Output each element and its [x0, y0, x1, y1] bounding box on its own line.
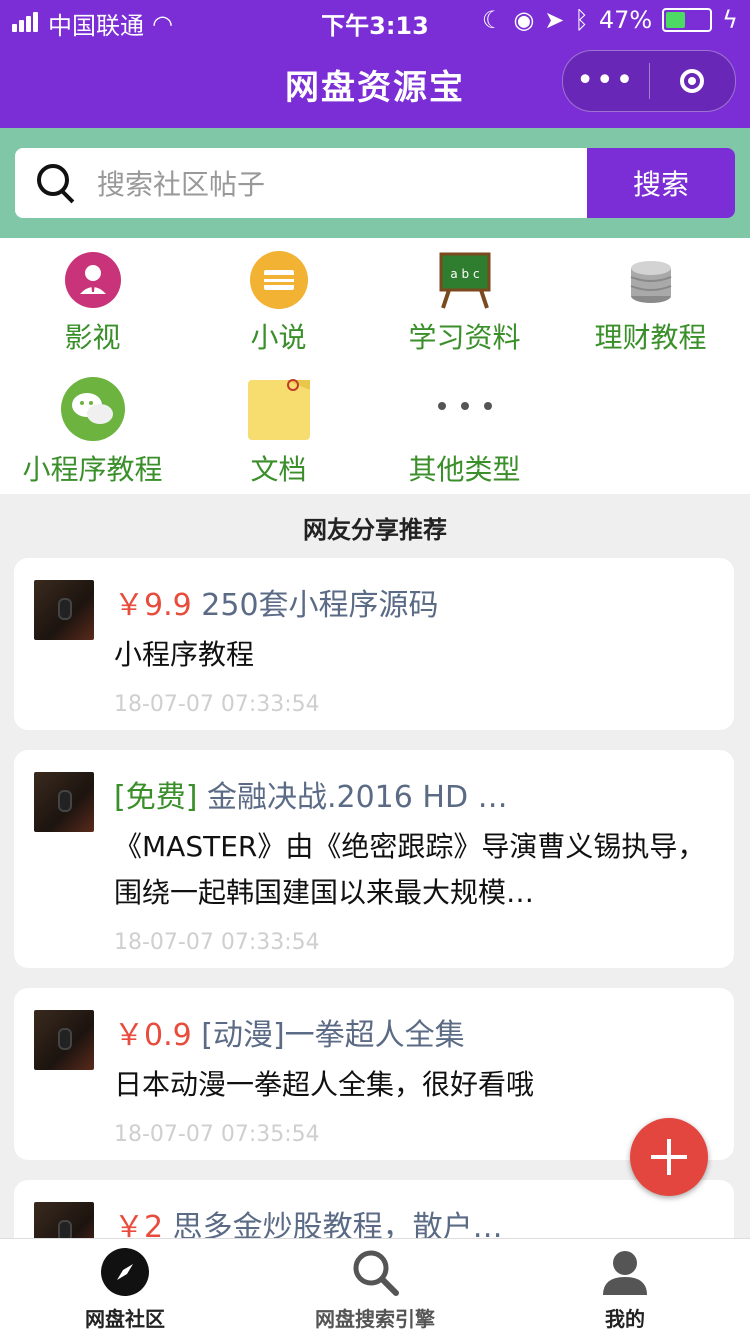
card-icon: [249, 250, 309, 310]
tab-bar: 网盘社区 网盘搜索引擎 我的: [0, 1238, 750, 1335]
post-card[interactable]: ￥0.9 [动漫]一拳超人全集 日本动漫一拳超人全集，很好看哦 18-07-07…: [14, 988, 734, 1160]
category-label: 文档: [250, 453, 307, 486]
search-box: [15, 148, 587, 218]
post-title: [动漫]一拳超人全集: [201, 1018, 465, 1053]
status-bar: 中国联通 ◠ 下午3:13 ☾ ◉ ➤ ᛒ 47% ϟ: [0, 0, 750, 40]
category-label: 影视: [64, 321, 121, 354]
category-label: 小程序教程: [22, 453, 163, 486]
tab-search-engine[interactable]: 网盘搜索引擎: [250, 1239, 500, 1335]
coins-icon: [621, 250, 681, 310]
section-title: 网友分享推荐: [303, 516, 447, 544]
charging-icon: ϟ: [722, 6, 738, 34]
category-label: 小说: [250, 321, 307, 354]
post-title: 250套小程序源码: [201, 588, 439, 623]
location-icon: ➤: [544, 6, 565, 34]
post-free-tag: [免费]: [114, 780, 198, 815]
category-label: 理财教程: [594, 321, 707, 354]
post-title-line: ￥9.9 250套小程序源码: [114, 580, 714, 624]
tab-label: 我的: [605, 1307, 645, 1331]
battery-percent: 47%: [598, 6, 653, 34]
lock-rotation-icon: ◉: [513, 6, 535, 34]
post-card[interactable]: ￥9.9 250套小程序源码 小程序教程 18-07-07 07:33:54: [14, 558, 734, 730]
post-price: ￥9.9: [114, 588, 192, 623]
chat-icon: [60, 376, 126, 442]
post-description: 小程序教程: [114, 638, 255, 671]
search-input[interactable]: [95, 158, 569, 210]
person-icon: [63, 250, 123, 310]
category-item-mini-program[interactable]: 小程序教程: [0, 376, 185, 488]
tab-community[interactable]: 网盘社区: [0, 1239, 250, 1335]
search-bar: 搜索: [0, 128, 750, 238]
category-label: 其他类型: [408, 453, 521, 486]
mini-program-capsule: •••: [562, 50, 736, 112]
post-time: 18-07-07 07:35:54: [114, 1122, 320, 1147]
post-price: ￥0.9: [114, 1018, 192, 1053]
compass-icon: [100, 1247, 150, 1297]
more-dots-icon: [432, 376, 498, 442]
chalkboard-icon: a b c: [435, 250, 495, 310]
category-item-other[interactable]: 其他类型: [372, 376, 557, 488]
tab-label: 网盘搜索引擎: [315, 1307, 435, 1331]
category-item-finance[interactable]: 理财教程: [558, 250, 743, 356]
search-icon: [37, 164, 69, 196]
post-title-line: ￥0.9 [动漫]一拳超人全集: [114, 1010, 714, 1054]
post-description: 《MASTER》由《绝密跟踪》导演曹义锡执导，围绕一起韩国建国以来最大规模…: [114, 830, 706, 909]
more-menu-icon[interactable]: •••: [563, 66, 649, 96]
add-post-button[interactable]: [630, 1118, 708, 1196]
post-thumbnail: [34, 580, 94, 640]
folder-icon: [246, 376, 312, 442]
category-label: 学习资料: [408, 321, 521, 354]
search-button[interactable]: 搜索: [587, 148, 735, 218]
tab-mine[interactable]: 我的: [500, 1239, 750, 1335]
post-time: 18-07-07 07:33:54: [114, 930, 320, 955]
post-title: 金融决战.2016 HD …: [206, 780, 508, 815]
svg-text:a b c: a b c: [450, 267, 479, 281]
top-header: 中国联通 ◠ 下午3:13 ☾ ◉ ➤ ᛒ 47% ϟ 网盘资源宝 •••: [0, 0, 750, 128]
post-time: 18-07-07 07:33:54: [114, 692, 320, 717]
category-item-study[interactable]: a b c 学习资料: [372, 250, 557, 356]
category-item-docs[interactable]: 文档: [186, 376, 371, 488]
category-item-movies[interactable]: 影视: [0, 250, 185, 356]
moon-icon: ☾: [481, 6, 504, 34]
search-icon: [350, 1247, 400, 1297]
category-grid: 影视 小说 a b c 学习资料 理财教程 小程序教程 文档 其他类型: [0, 238, 750, 494]
post-thumbnail: [34, 772, 94, 832]
category-item-novels[interactable]: 小说: [186, 250, 371, 356]
post-title-line: [免费] 金融决战.2016 HD …: [114, 772, 714, 816]
tab-label: 网盘社区: [85, 1307, 165, 1331]
post-card[interactable]: [免费] 金融决战.2016 HD … 《MASTER》由《绝密跟踪》导演曹义锡…: [14, 750, 734, 968]
battery-icon: [662, 8, 713, 32]
post-thumbnail: [34, 1010, 94, 1070]
bluetooth-icon: ᛒ: [574, 6, 589, 34]
post-description: 日本动漫一拳超人全集，很好看哦: [114, 1068, 535, 1101]
user-icon: [600, 1247, 650, 1297]
close-program-icon[interactable]: [650, 69, 736, 93]
